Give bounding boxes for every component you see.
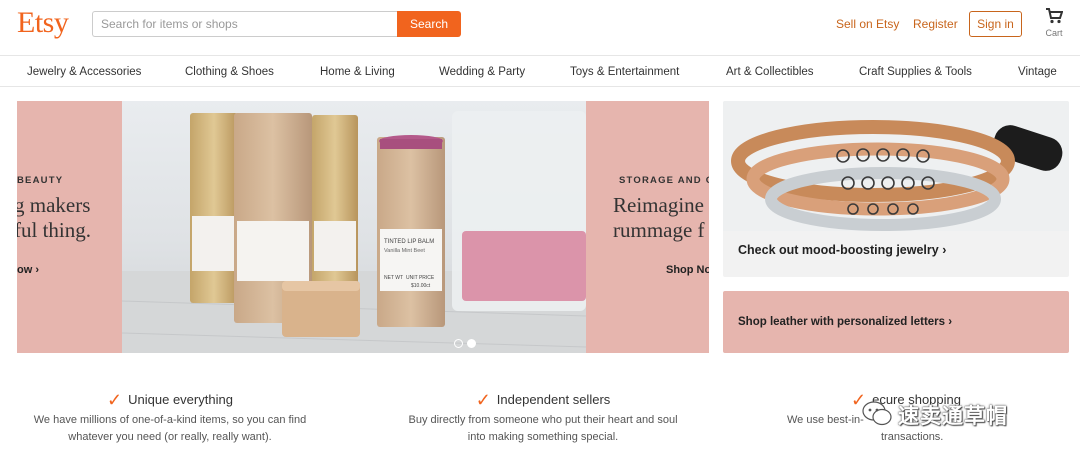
feature-unique-desc: We have millions of one-of-a-kind items,…: [33, 414, 307, 443]
sign-in-button[interactable]: Sign in: [969, 11, 1022, 37]
wechat-icon: [862, 401, 892, 426]
cart-label: Cart: [1045, 28, 1063, 38]
watermark-text: 速卖通草帽: [898, 405, 1008, 428]
cart-icon: [1046, 8, 1063, 24]
promo-jewelry-text: Check out mood-boosting jewelry: [738, 243, 939, 257]
hero-slide-beauty[interactable]: BEAUTY g makers ful thing. ow ›: [17, 101, 122, 353]
cart-button[interactable]: Cart: [1040, 8, 1068, 44]
checkmark-icon: ✓: [475, 390, 491, 410]
watermark-overlay: 速卖通草帽: [862, 396, 1052, 432]
checkmark-icon: ✓: [107, 390, 123, 410]
etsy-logo[interactable]: Etsy: [17, 6, 69, 40]
site-header: Etsy Search Sell on Etsy Register Sign i…: [0, 0, 1080, 56]
promo-leather-link[interactable]: Shop leather with personalized letters ›: [738, 316, 952, 328]
carousel-dots: [454, 335, 480, 353]
promo-leather-text: Shop leather with personalized letters: [738, 316, 946, 328]
nav-item-vintage[interactable]: Vintage: [1018, 66, 1057, 78]
promo-jewelry-link[interactable]: Check out mood-boosting jewelry ›: [738, 243, 946, 257]
sell-on-etsy-link[interactable]: Sell on Etsy: [836, 17, 899, 31]
search-button[interactable]: Search: [397, 11, 461, 37]
hero-headline-line1: g makers: [17, 193, 91, 217]
balm-label-unitprice: UNIT PRICE: [406, 275, 435, 281]
feature-independent: ✓ Independent sellers Buy directly from s…: [403, 390, 683, 446]
nav-item-art[interactable]: Art & Collectibles: [726, 66, 814, 78]
feature-unique-title: ✓ Unique everything: [30, 390, 310, 410]
balm-label-price: $10.00ct: [411, 283, 431, 289]
carousel-dot-1[interactable]: [454, 339, 463, 348]
nav-item-jewelry[interactable]: Jewelry & Accessories: [27, 66, 141, 78]
hero-kicker-storage: STORAGE AND OI: [619, 175, 709, 186]
promo-mood-jewelry[interactable]: Check out mood-boosting jewelry ›: [723, 101, 1069, 277]
feature-independent-title: ✓ Independent sellers: [403, 390, 683, 410]
register-link[interactable]: Register: [913, 17, 958, 31]
promo-leather-letters[interactable]: Shop leather with personalized letters ›: [723, 291, 1069, 353]
nav-item-wedding[interactable]: Wedding & Party: [439, 66, 525, 78]
nav-item-craft[interactable]: Craft Supplies & Tools: [859, 66, 972, 78]
bracelets-photo: [723, 101, 1069, 231]
balm-label-flavor: Vanilla Mint Beet: [384, 248, 425, 254]
hero-shop-link-left[interactable]: ow ›: [17, 264, 39, 276]
category-nav: Jewelry & Accessories Clothing & Shoes H…: [0, 57, 1080, 87]
hero-shop-link-right[interactable]: Shop No: [666, 264, 709, 276]
nav-item-home[interactable]: Home & Living: [320, 66, 395, 78]
hero-headline-line2: ful thing.: [17, 218, 91, 242]
hero-headline-right-line2: rummage f: [613, 218, 705, 242]
balm-label-title: TINTED LIP BALM: [384, 239, 434, 245]
search-input[interactable]: [92, 11, 398, 37]
hero-headline-right-line1: Reimagine: [613, 193, 704, 217]
hero-photo-lip-balm[interactable]: TINTED LIP BALM Vanilla Mint Beet NET WT…: [122, 101, 586, 353]
feature-unique-title-text: Unique everything: [128, 392, 233, 407]
feature-independent-desc: Buy directly from someone who put their …: [408, 414, 678, 443]
hero-carousel[interactable]: BEAUTY g makers ful thing. ow › TINTED L…: [17, 101, 709, 353]
hero-kicker-beauty: BEAUTY: [17, 175, 64, 186]
search-bar: Search: [92, 11, 461, 37]
hero-shop-link-left-text: ow: [17, 264, 33, 276]
carousel-dot-2[interactable]: [467, 339, 476, 348]
chevron-right-icon: ›: [35, 264, 40, 276]
hero-slide-storage[interactable]: STORAGE AND OI Reimagine rummage f Shop …: [586, 101, 709, 353]
balm-label-netwt: NET WT: [384, 275, 403, 281]
nav-item-toys[interactable]: Toys & Entertainment: [570, 66, 679, 78]
lip-balm-photo: TINTED LIP BALM Vanilla Mint Beet NET WT…: [122, 101, 586, 353]
nav-item-clothing[interactable]: Clothing & Shoes: [185, 66, 274, 78]
chevron-right-icon: ›: [948, 316, 953, 328]
chevron-right-icon: ›: [942, 243, 947, 257]
feature-independent-title-text: Independent sellers: [496, 392, 611, 407]
feature-unique: ✓ Unique everything We have millions of o…: [30, 390, 310, 446]
